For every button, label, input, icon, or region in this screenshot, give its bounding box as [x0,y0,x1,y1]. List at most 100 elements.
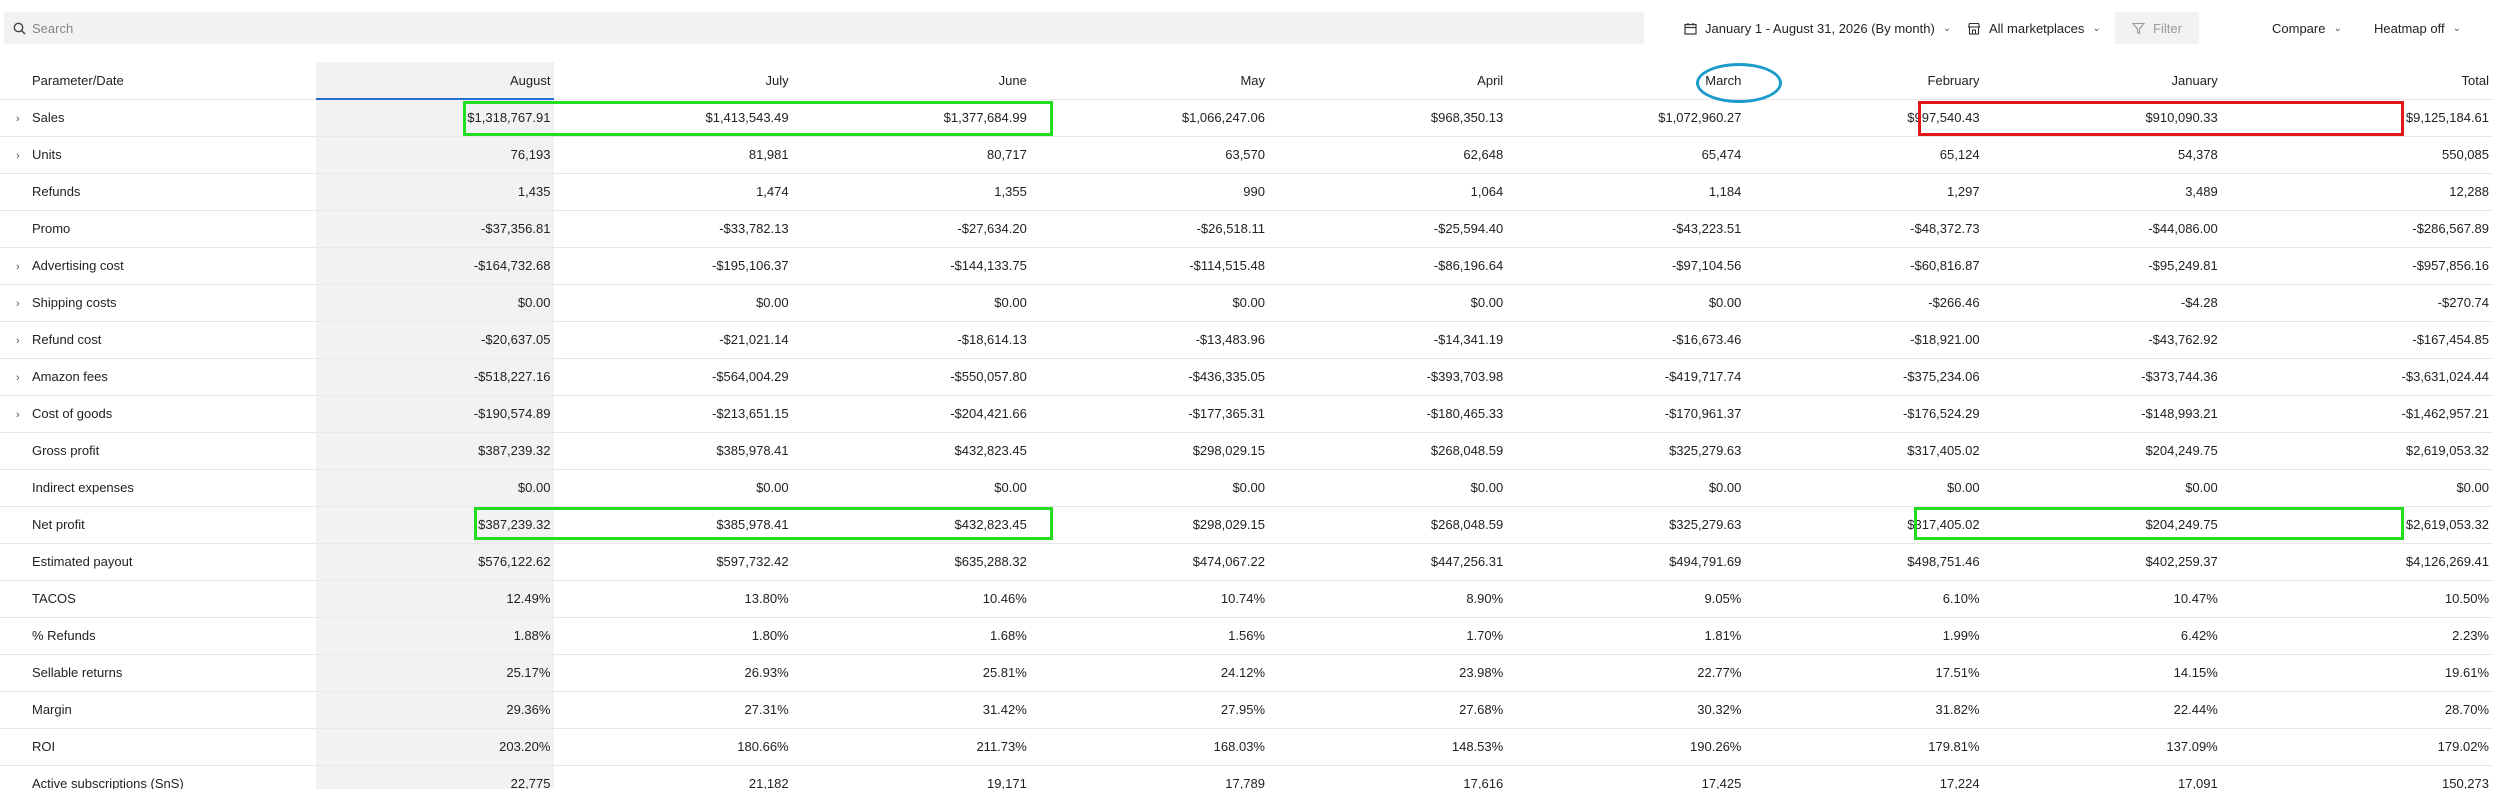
chevron-right-icon[interactable]: › [16,150,32,162]
cell-june: -$27,634.20 [792,210,1031,248]
marketplaces-dropdown[interactable]: All marketplaces ⌄ [1967,12,2101,44]
column-header-july[interactable]: July [554,62,793,100]
cell-june: -$550,057.80 [792,358,1031,396]
cell-total: $2,619,053.32 [2221,432,2493,470]
cell-may: -$436,335.05 [1030,358,1269,396]
cell-may: -$13,483.96 [1030,321,1269,359]
cell-may: 27.95% [1030,691,1269,729]
cell-total: $2,619,053.32 [2221,506,2493,544]
column-header-august[interactable]: August [316,62,555,100]
row-label-cell: ›ROI [0,728,317,766]
row-label-cell: ›Sellable returns [0,654,317,692]
chevron-right-icon[interactable]: › [16,113,32,125]
column-header-january[interactable]: January [1983,62,2222,100]
cell-july: 1.80% [554,617,793,655]
cell-april: $0.00 [1269,284,1508,322]
cell-june: -$18,614.13 [792,321,1031,359]
row-label-cell[interactable]: › Shipping costs [0,284,317,322]
cell-april: $268,048.59 [1269,506,1508,544]
row-label: Advertising cost [32,258,124,273]
table-row-units[interactable]: › Units 76,193 81,981 80,717 63,570 62,648 65,4… [0,136,2493,174]
row-label: Gross profit [32,443,100,458]
table-row-refund-cost[interactable]: › Refund cost -$20,637.05 -$21,021.14 -$18,6… [0,321,2493,359]
row-label-cell: ›Refunds [0,173,317,211]
cell-january: -$373,744.36 [1983,358,2222,396]
chevron-right-icon[interactable]: › [16,372,32,384]
column-header-total[interactable]: Total [2221,62,2493,100]
column-header-june[interactable]: June [792,62,1031,100]
search-input[interactable] [32,20,1532,36]
cell-march: 65,474 [1507,136,1746,174]
cell-march: 17,425 [1507,765,1746,789]
cell-january: 6.42% [1983,617,2222,655]
cell-total: 28.70% [2221,691,2493,729]
table-row-sales[interactable]: › Sales $1,318,767.91 $1,413,543.49 $1,377,6… [0,99,2493,137]
row-label-cell[interactable]: › Sales [0,99,317,137]
table-row-amazon-fees[interactable]: › Amazon fees -$518,227.16 -$564,004.29 -$55… [0,358,2493,396]
filter-button[interactable]: Filter [2115,12,2199,44]
column-header-may[interactable]: May [1030,62,1269,100]
cell-april: 8.90% [1269,580,1508,618]
table-row-shipping-costs[interactable]: › Shipping costs $0.00 $0.00 $0.00 $0.00 $0.00… [0,284,2493,322]
row-label: Estimated payout [32,554,133,569]
chevron-right-icon[interactable]: › [16,298,32,310]
row-label-cell[interactable]: › Units [0,136,317,174]
cell-june: 10.46% [792,580,1031,618]
chevron-down-icon: ⌄ [1942,22,1952,34]
chevron-right-icon[interactable]: › [16,335,32,347]
row-label-cell[interactable]: › Cost of goods [0,395,317,433]
compare-dropdown[interactable]: Compare ⌄ [2272,12,2342,44]
date-range-dropdown[interactable]: January 1 - August 31, 2026 (By month) ⌄ [1684,12,1951,44]
table-row-refunds: ›% Refunds1.88%1.80%1.68%1.56%1.70%1.81%… [0,617,2493,655]
cell-january: 17,091 [1983,765,2222,789]
chevron-right-icon[interactable]: › [16,409,32,421]
cell-july: -$564,004.29 [554,358,793,396]
table-row-cost-of-goods[interactable]: › Cost of goods -$190,574.89 -$213,651.15 -$… [0,395,2493,433]
cell-june: $0.00 [792,469,1031,507]
column-header-april[interactable]: April [1269,62,1508,100]
cell-july: -$33,782.13 [554,210,793,248]
cell-total: 179.02% [2221,728,2493,766]
row-label: Sales [32,110,65,125]
column-header-parameter[interactable]: Parameter/Date [0,62,317,100]
cell-april: $268,048.59 [1269,432,1508,470]
cell-january: 14.15% [1983,654,2222,692]
cell-total: -$957,856.16 [2221,247,2493,285]
heatmap-dropdown[interactable]: Heatmap off ⌄ [2374,12,2461,44]
cell-total: 10.50% [2221,580,2493,618]
cell-may: 1.56% [1030,617,1269,655]
table-row-refunds: ›Refunds1,4351,4741,3559901,0641,1841,29… [0,173,2493,211]
cell-february: 17,224 [1745,765,1984,789]
row-label: Indirect expenses [32,480,134,495]
cell-march: -$16,673.46 [1507,321,1746,359]
table-row-advertising-cost[interactable]: › Advertising cost -$164,732.68 -$195,106.3… [0,247,2493,285]
cell-march: 1.81% [1507,617,1746,655]
cell-may: 168.03% [1030,728,1269,766]
column-header-march[interactable]: March [1507,62,1746,100]
row-label: Net profit [32,517,85,532]
column-header-february[interactable]: February [1745,62,1984,100]
cell-june: $432,823.45 [792,506,1031,544]
row-label-cell[interactable]: › Advertising cost [0,247,317,285]
cell-february: $317,405.02 [1745,506,1984,544]
row-label-cell: ›Net profit [0,506,317,544]
table-row-promo: ›Promo-$37,356.81-$33,782.13-$27,634.20-… [0,210,2493,248]
row-label-cell: ›Promo [0,210,317,248]
row-label: % Refunds [32,628,96,643]
chevron-right-icon[interactable]: › [16,261,32,273]
row-label: Sellable returns [32,665,123,680]
filter-label: Filter [2153,20,2182,36]
cell-february: 65,124 [1745,136,1984,174]
cell-july: 13.80% [554,580,793,618]
cell-august: $1,318,767.91 [316,99,555,137]
cell-april: -$180,465.33 [1269,395,1508,433]
cell-april: 1.70% [1269,617,1508,655]
row-label-cell[interactable]: › Refund cost [0,321,317,359]
cell-february: -$60,816.87 [1745,247,1984,285]
search-bar[interactable] [4,12,1644,44]
row-label: Promo [32,221,71,236]
cell-august: -$190,574.89 [316,395,555,433]
table-row-roi: ›ROI203.20%180.66%211.73%168.03%148.53%1… [0,728,2493,766]
row-label-cell[interactable]: › Amazon fees [0,358,317,396]
row-label: Cost of goods [32,406,113,421]
